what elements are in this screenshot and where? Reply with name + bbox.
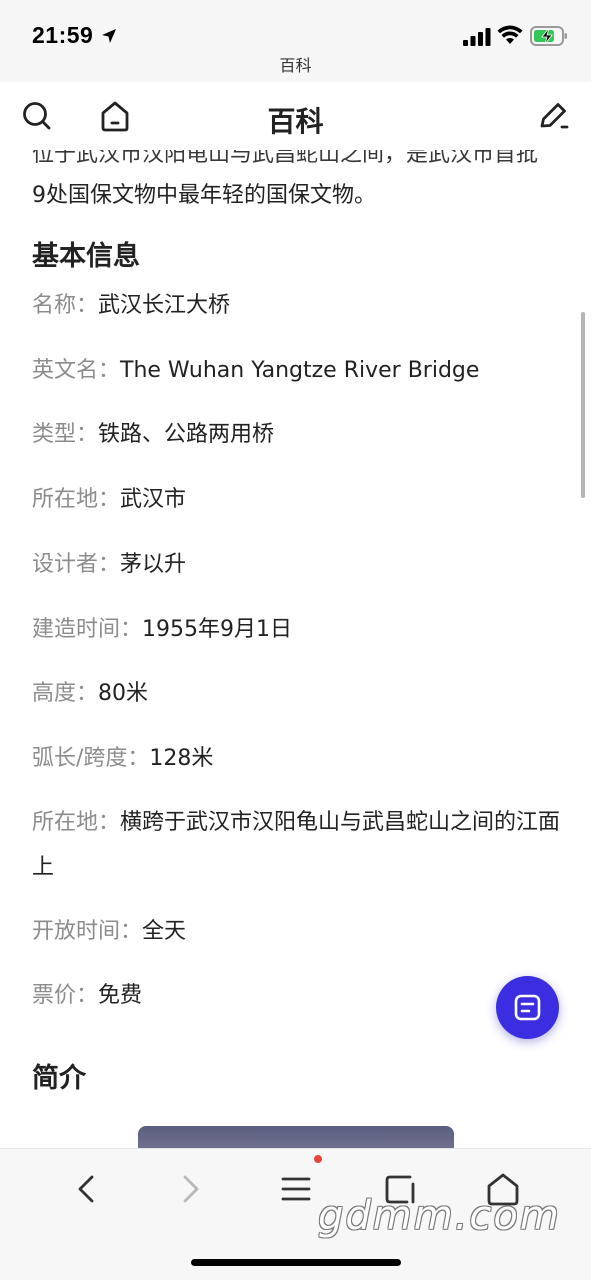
info-row: 设计者：茅以升 xyxy=(32,542,562,587)
scrollbar[interactable] xyxy=(581,312,585,498)
home-indicator[interactable] xyxy=(191,1259,401,1266)
info-row: 票价：免费 xyxy=(32,973,562,1018)
info-label: 设计者： xyxy=(32,552,121,577)
back-icon[interactable] xyxy=(67,1169,107,1209)
notification-dot xyxy=(314,1155,322,1163)
info-value: 80米 xyxy=(98,681,149,706)
info-label: 票价： xyxy=(32,983,99,1008)
info-value: 茅以升 xyxy=(120,552,187,577)
info-label: 名称： xyxy=(32,293,99,318)
info-value: 铁路、公路两用桥 xyxy=(98,422,275,447)
info-row: 高度：80米 xyxy=(32,671,562,716)
info-value: 免费 xyxy=(98,983,143,1008)
info-value: 全天 xyxy=(142,919,187,944)
info-value: 128米 xyxy=(149,746,214,771)
info-value: The Wuhan Yangtze River Bridge xyxy=(120,358,480,383)
info-value: 1955年9月1日 xyxy=(142,617,292,642)
edit-icon[interactable] xyxy=(536,98,572,134)
screen: 21:59 百科 百科 位于武汉市汉阳龟山与武昌蛇山之间，是武汉市首批 9处国保… xyxy=(0,0,591,1280)
info-row: 建造时间：1955年9月1日 xyxy=(32,607,562,652)
signal-icon xyxy=(463,28,491,46)
info-row: 英文名：The Wuhan Yangtze River Bridge xyxy=(32,348,562,393)
browser-toolbar: gdmm.com xyxy=(0,1148,591,1280)
info-value: 武汉长江大桥 xyxy=(98,293,231,318)
info-label: 高度： xyxy=(32,681,99,706)
forward-icon[interactable] xyxy=(170,1169,210,1209)
info-label: 建造时间： xyxy=(32,617,143,642)
intro-heading: 简介 xyxy=(32,1063,86,1094)
info-value: 武汉市 xyxy=(120,487,187,512)
notes-button[interactable] xyxy=(496,976,559,1039)
info-label: 开放时间： xyxy=(32,919,143,944)
info-row: 弧长/跨度：128米 xyxy=(32,736,562,781)
info-label: 所在地： xyxy=(32,810,121,835)
battery-charging-icon xyxy=(530,26,567,46)
intro-text: 9处国保文物中最年轻的国保文物。 xyxy=(32,183,376,208)
page-title: 百科 xyxy=(267,105,324,138)
info-row: 所在地：武汉市 xyxy=(32,477,562,522)
notes-icon xyxy=(514,994,541,1021)
info-label: 弧长/跨度： xyxy=(32,746,150,771)
basic-info-heading: 基本信息 xyxy=(32,241,140,272)
location-arrow-icon xyxy=(102,29,116,43)
status-time: 21:59 xyxy=(32,22,94,48)
wifi-icon xyxy=(497,25,523,44)
info-row: 类型：铁路、公路两用桥 xyxy=(32,412,562,457)
info-label: 英文名： xyxy=(32,358,121,383)
menu-icon[interactable] xyxy=(276,1169,316,1209)
app-header: 百科 xyxy=(0,82,591,150)
intro-text-partial: 位于武汉市汉阳龟山与武昌蛇山之间，是武汉市首批 xyxy=(32,150,539,167)
info-label: 所在地： xyxy=(32,487,121,512)
watermark: gdmm.com xyxy=(318,1193,561,1239)
info-row: 名称：武汉长江大桥 xyxy=(32,283,562,328)
info-row: 所在地：横跨于武汉市汉阳龟山与武昌蛇山之间的江面上 xyxy=(32,800,562,890)
info-label: 类型： xyxy=(32,422,99,447)
info-row: 开放时间：全天 xyxy=(32,909,562,954)
status-bar: 21:59 百科 xyxy=(0,0,591,82)
article-image[interactable] xyxy=(138,1126,454,1148)
page-url[interactable]: 百科 xyxy=(0,52,591,76)
